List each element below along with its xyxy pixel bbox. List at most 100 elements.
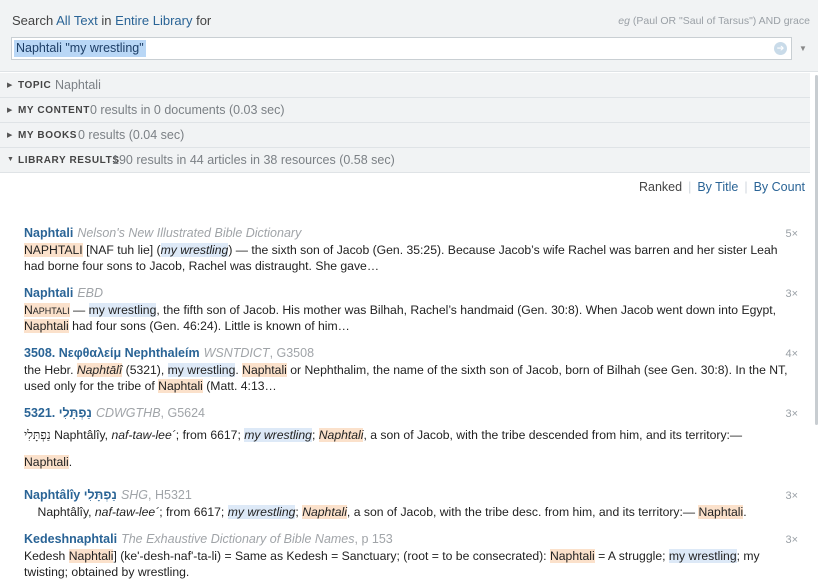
snippet-text: ; from 6617; — [159, 505, 228, 519]
result-reference: , G3508 — [269, 346, 315, 360]
search-box[interactable]: Naphtali "my wrestling" ➔ — [11, 37, 792, 60]
search-scope-line: Search All Text in Entire Library for — [12, 13, 211, 28]
result-header: 3508. Νεφθαλείμ Nephthaleím WSNTDICT, G35… — [24, 346, 798, 361]
section-info: 190 results in 44 articles in 38 resourc… — [112, 153, 395, 167]
result-snippet: Kedesh Naphtali] (ke'-desh-naf'-ta-li) =… — [24, 548, 798, 580]
section-info: 0 results in 0 documents (0.03 sec) — [90, 103, 285, 117]
snippet-text: naf-taw-lee´ — [94, 505, 160, 519]
result-snippet: the Hebr. Naphtālî (5321), my wrestling.… — [24, 362, 798, 394]
snippet-text: , the fifth son of Jacob. His mother was… — [156, 303, 776, 317]
sort-separator: | — [688, 180, 692, 194]
sort-ranked[interactable]: Ranked — [639, 180, 682, 194]
result-reference: , H5321 — [148, 488, 192, 502]
snippet-text: . — [68, 455, 73, 469]
section-title: MY BOOKS — [18, 130, 78, 141]
result-source: SHG — [120, 488, 149, 502]
collapsed-triangle-icon: ▶ — [7, 132, 13, 139]
search-input[interactable]: Naphtali "my wrestling" — [14, 40, 146, 57]
result-snippet: נַפְתָּלִי Naphtâlîy, naf-taw-lee´; from… — [24, 427, 798, 470]
result-source: EBD — [77, 286, 104, 300]
snippet-text: Naphtâlîy, — [24, 505, 95, 519]
section-info: 0 results (0.04 sec) — [78, 128, 185, 142]
section-title: LIBRARY RESULTS — [18, 155, 120, 166]
result-header: Naphtâlîy נַפְתָּלִי SHG, H5321 3× — [24, 488, 798, 503]
section-info: Naphtali — [55, 78, 101, 92]
search-example: eg (Paul OR "Saul of Tarsus") AND grace — [618, 15, 810, 27]
snippet-text: had four sons (Gen. 46:24). Little is kn… — [68, 319, 350, 333]
search-highlight: Naphtali — [549, 549, 595, 563]
result-item[interactable]: Kedeshnaphtali The Exhaustive Dictionary … — [24, 532, 798, 580]
search-highlight: Naphtali — [302, 505, 347, 519]
collapsed-triangle-icon: ▶ — [7, 107, 13, 114]
result-title-link[interactable]: Naphtâlîy נַפְתָּלִי — [24, 488, 117, 502]
snippet-text: naf-taw-lee´ — [111, 428, 176, 442]
snippet-text: , a son of Jacob, with the tribe descend… — [363, 428, 743, 442]
search-highlight: Naphtali — [158, 379, 203, 393]
text-scope-link[interactable]: All Text — [56, 13, 98, 28]
collapsed-triangle-icon: ▶ — [7, 82, 13, 89]
result-title-link[interactable]: Naphtali — [24, 226, 73, 240]
section-title: TOPIC — [18, 80, 52, 91]
result-item[interactable]: 3508. Νεφθαλείμ Nephthaleím WSNTDICT, G35… — [24, 346, 798, 394]
snippet-text: the Hebr. — [24, 363, 77, 377]
sort-by-title[interactable]: By Title — [697, 180, 738, 194]
section-my-books[interactable]: ▶ MY BOOKS 0 results (0.04 sec) — [0, 123, 810, 148]
section-my-content[interactable]: ▶ MY CONTENT 0 results in 0 documents (0… — [0, 98, 810, 123]
result-header: Naphtali EBD 3× — [24, 286, 798, 301]
snippet-text: ; from 6617; — [175, 428, 245, 442]
search-highlight: Naphtali — [24, 303, 70, 317]
snippet-text: — — [69, 303, 89, 317]
search-highlight: my wrestling — [227, 505, 296, 519]
section-title: MY CONTENT — [18, 105, 90, 116]
search-highlight: my wrestling — [244, 428, 312, 442]
result-title-link[interactable]: Naphtali — [24, 286, 73, 300]
snippet-text: נַפְתָּלִי — [24, 428, 51, 442]
go-arrow-icon[interactable]: ➔ — [774, 42, 787, 55]
result-hit-count: 3× — [785, 534, 798, 546]
result-reference: , G5624 — [160, 406, 206, 420]
result-title-link[interactable]: Kedeshnaphtali — [24, 532, 117, 546]
library-scope-link[interactable]: Entire Library — [115, 13, 192, 28]
search-highlight: NAPHTALI — [24, 243, 83, 257]
search-highlight: my wrestling — [88, 303, 157, 317]
expanded-triangle-icon: ▼ — [7, 156, 14, 163]
result-header: 5321. נַפְתָּלִי CDWGTHB, G5624 3× — [24, 406, 798, 421]
snippet-text: ] (ke'-desh-naf'-ta-li) = Same as Kedesh… — [113, 549, 550, 563]
search-history-dropdown-icon[interactable]: ▼ — [799, 44, 807, 53]
result-hit-count: 3× — [785, 288, 798, 300]
sort-separator: | — [744, 180, 748, 194]
snippet-text: = A struggle; — [594, 549, 669, 563]
snippet-text: . — [743, 505, 747, 519]
snippet-text: (5321), — [122, 363, 168, 377]
result-item[interactable]: Naphtali Nelson's New Illustrated Bible D… — [24, 226, 798, 274]
result-snippet: NAPHTALI [NAF tuh lie] (my wrestling) — … — [24, 242, 798, 274]
sort-options: Ranked | By Title | By Count — [639, 180, 805, 194]
result-hit-count: 3× — [785, 408, 798, 420]
result-source: Nelson's New Illustrated Bible Dictionar… — [77, 226, 302, 240]
search-highlight: my wrestling — [160, 243, 229, 257]
snippet-text: (Matt. 4:13… — [202, 379, 277, 393]
result-title-link[interactable]: 3508. Νεφθαλείμ Nephthaleím — [24, 346, 200, 360]
search-prefix: Search — [12, 13, 54, 28]
snippet-text: [NAF tuh lie] ( — [82, 243, 161, 257]
snippet-text: Kedesh — [24, 549, 69, 563]
sort-by-count[interactable]: By Count — [754, 180, 805, 194]
result-reference: , p 153 — [354, 532, 393, 546]
search-highlight: my wrestling — [167, 363, 236, 377]
result-source: WSNTDICT — [203, 346, 270, 360]
result-item[interactable]: Naphtali EBD 3× Naphtali — my wrestling, th… — [24, 286, 798, 334]
result-item[interactable]: Naphtâlîy נַפְתָּלִי SHG, H5321 3× Naphtâl… — [24, 488, 798, 520]
search-highlight: Naphtali — [24, 455, 69, 469]
search-highlight: Naphtālî — [76, 363, 123, 377]
snippet-text: ; — [311, 428, 319, 442]
result-title-link[interactable]: 5321. נַפְתָּלִי — [24, 406, 92, 420]
result-snippet: Naphtali — my wrestling, the fifth son o… — [24, 302, 798, 334]
for-word: for — [196, 13, 212, 28]
search-highlight: Naphtali — [24, 319, 69, 333]
section-topic[interactable]: ▶ TOPIC Naphtali — [0, 73, 810, 98]
result-hit-count: 3× — [785, 490, 798, 502]
result-item[interactable]: 5321. נַפְתָּלִי CDWGTHB, G5624 3× נַפְתָּל… — [24, 406, 798, 470]
section-library-results[interactable]: ▼ LIBRARY RESULTS 190 results in 44 arti… — [0, 148, 810, 173]
search-panel: Search All Text in Entire Library for eg… — [0, 0, 818, 72]
search-highlight: my wrestling — [668, 549, 737, 563]
